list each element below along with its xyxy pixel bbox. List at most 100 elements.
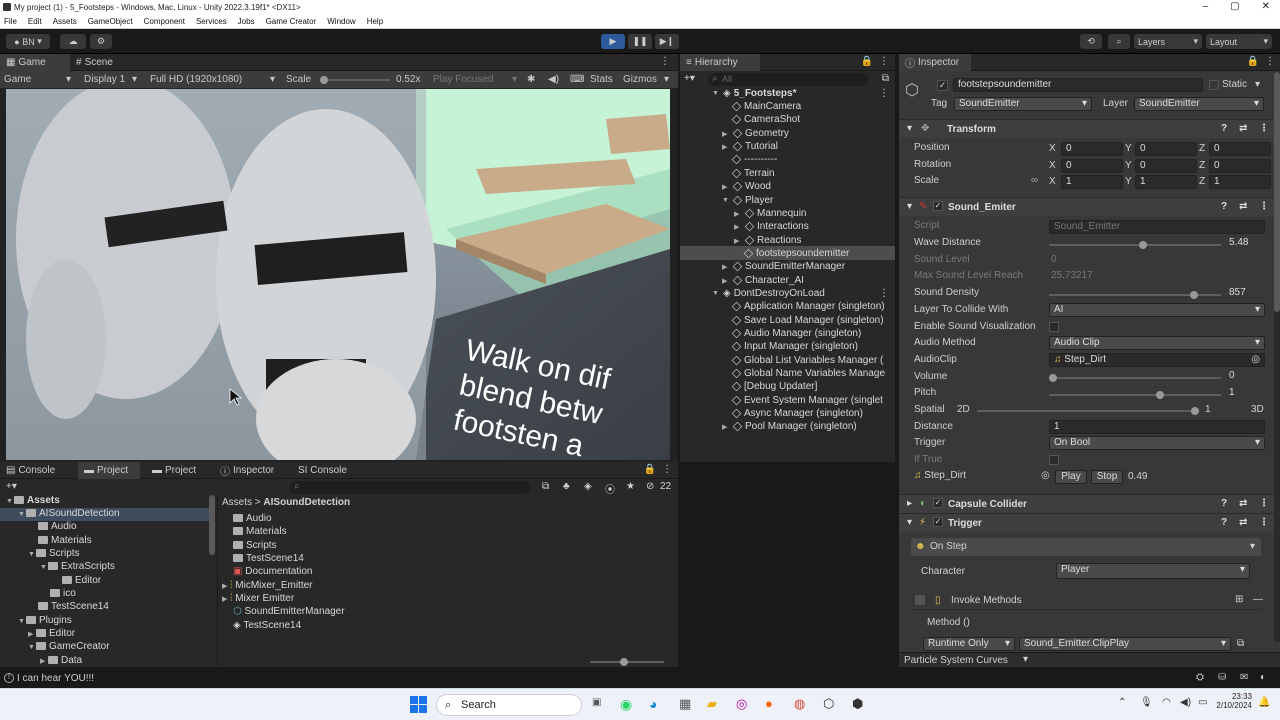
icon-size-slider[interactable] [590, 658, 664, 666]
panel-menu-icon[interactable]: ⋮ [662, 464, 672, 475]
scale-x-field[interactable]: 1 [1061, 175, 1123, 189]
volume-knob[interactable] [1049, 374, 1057, 382]
trigger-dropdown[interactable]: On Bool ▾ [1049, 436, 1265, 450]
hierarchy-item-tutorial[interactable]: ▶ Tutorial [722, 140, 778, 153]
position-z-field[interactable]: 0 [1209, 142, 1271, 156]
help-icon[interactable]: ? [1221, 517, 1227, 528]
static-checkbox[interactable] [1209, 80, 1219, 90]
menu-edit[interactable]: Edit [28, 17, 42, 26]
layer-collide-dropdown[interactable]: AI ▾ [1049, 303, 1265, 317]
help-icon[interactable]: ? [1221, 201, 1227, 212]
sound-density-slider[interactable] [1049, 291, 1221, 299]
mic-icon[interactable]: 🎙 [1140, 697, 1153, 708]
sound-emitter-enabled-checkbox[interactable]: ✓ [933, 201, 943, 211]
inspector-scrollbar[interactable] [1274, 72, 1280, 642]
tree-item-editor[interactable]: Editor [62, 575, 101, 588]
tree-item-testscene14[interactable]: TestScene14 [38, 601, 109, 614]
hierarchy-item-save-load-manager[interactable]: Save Load Manager (singleton) [731, 314, 884, 327]
hierarchy-item-interactions[interactable]: ▶ Interactions [734, 220, 809, 233]
tree-item-scripts[interactable]: ▼ Scripts [28, 548, 80, 561]
step-button[interactable]: ▶❙ [655, 34, 679, 49]
tag-icon[interactable]: ◈ [584, 481, 592, 492]
eye-slash-icon[interactable]: ⊘ [646, 481, 654, 492]
hierarchy-item-input-manager[interactable]: Input Manager (singleton) [731, 340, 858, 353]
panel-menu-icon[interactable]: ⋮ [879, 56, 889, 67]
tab-hierarchy[interactable]: ≡ Hierarchy [680, 54, 760, 71]
hierarchy-item-terrain[interactable]: Terrain [731, 167, 775, 180]
cache-server-icon[interactable]: ⛁ [1218, 672, 1226, 683]
scene-menu-icon[interactable]: ⋮ [879, 88, 889, 99]
notification-bell-icon[interactable]: 🔔 [1258, 697, 1270, 708]
lock-icon[interactable]: 🔒 [1247, 56, 1259, 67]
hierarchy-item-character-ai[interactable]: ▶ Character_AI [722, 274, 804, 287]
file-item-soundemittermanager[interactable]: ⬡ SoundEmitterManager [233, 606, 345, 619]
scale-z-field[interactable]: 1 [1209, 175, 1271, 189]
taskbar-clock[interactable]: 23:33 2/10/2024 [1212, 692, 1252, 710]
capsule-collider-header[interactable]: ▸ ◖ ✓ Capsule Collider ? ⇄ ⋮ [899, 494, 1280, 513]
chevron-down-icon[interactable]: ▾ [1255, 79, 1260, 90]
wave-distance-knob[interactable] [1139, 241, 1148, 249]
hierarchy-item-global-name-vars[interactable]: Global Name Variables Manage [731, 367, 885, 380]
hierarchy-item-player[interactable]: ▼ Player [722, 194, 773, 207]
volume-field[interactable]: 0 [1225, 370, 1273, 384]
menu-window[interactable]: Window [327, 17, 355, 26]
active-checkbox[interactable]: ✓ [937, 80, 948, 91]
collab-gear-icon[interactable]: ⚙ [90, 34, 112, 49]
create-icon[interactable]: +▾ [6, 481, 17, 492]
battery-icon[interactable]: ▭ [1198, 697, 1207, 708]
debug-mode-icon[interactable]: ◐ [1260, 672, 1266, 683]
grid-icon[interactable]: ⊞ [1235, 594, 1243, 605]
wave-distance-slider[interactable] [1049, 241, 1221, 249]
speaker-icon[interactable]: ◀) [548, 74, 559, 85]
panel-menu-icon[interactable]: ⋮ [660, 56, 670, 67]
lock-icon[interactable]: 🔒 [861, 56, 873, 67]
menu-game-creator[interactable]: Game Creator [266, 17, 317, 26]
object-picker-icon[interactable]: ◎ [1041, 470, 1050, 481]
taskbar-search[interactable]: ⌕ Search [436, 694, 582, 716]
scale-slider[interactable] [320, 76, 390, 84]
file-item-materials[interactable]: Materials [233, 526, 287, 539]
mute-audio-icon[interactable]: ✱ [527, 74, 535, 85]
pitch-slider[interactable] [1049, 391, 1221, 399]
minimize-icon[interactable]: – [1203, 1, 1209, 12]
history-icon[interactable]: ⟲ [1080, 34, 1102, 49]
file-item-testscene14-folder[interactable]: TestScene14 [233, 553, 304, 566]
gizmos-button[interactable]: Gizmos [623, 74, 657, 85]
tree-item-assets[interactable]: ▼ Assets [6, 495, 60, 508]
file-item-testscene14[interactable]: ◈ TestScene14 [233, 620, 301, 633]
app-icon[interactable]: ◎ [736, 696, 747, 712]
windows-start-icon[interactable] [410, 696, 427, 713]
status-message[interactable]: I can hear YOU!!! [17, 673, 94, 684]
close-icon[interactable]: ✕ [1262, 1, 1270, 12]
hierarchy-item-async-manager[interactable]: Async Manager (singleton) [731, 407, 863, 420]
hierarchy-item-maincamera[interactable]: MainCamera [731, 100, 801, 113]
menu-file[interactable]: File [4, 17, 17, 26]
inspector-scroll-thumb[interactable] [1274, 72, 1280, 312]
volume-slider[interactable] [1049, 374, 1221, 382]
hierarchy-item-separator[interactable]: ---------- [731, 153, 777, 166]
object-name-field[interactable]: footstepsoundemitter [953, 78, 1203, 92]
sound-emitter-header[interactable]: ▾ ✎ ✓ Sound_Emiter ? ⇄ ⋮ [899, 197, 1280, 216]
tab-si-console[interactable]: SI Console [292, 462, 362, 479]
stats-button[interactable]: Stats [590, 74, 613, 85]
favorite-icon[interactable]: ★ [626, 481, 635, 492]
tree-item-extrascripts[interactable]: ▼ ExtraScripts [40, 561, 115, 574]
menu-services[interactable]: Services [196, 17, 227, 26]
maximize-icon[interactable]: ▢ [1230, 1, 1239, 12]
account-button[interactable]: ● BN ▾ [6, 34, 50, 49]
firefox-icon[interactable]: ● [765, 696, 773, 711]
hierarchy-item-event-system[interactable]: Event System Manager (singlet [731, 394, 883, 407]
task-view-icon[interactable]: ▣ [592, 697, 601, 708]
menu-jobs[interactable]: Jobs [238, 17, 255, 26]
hierarchy-item-audio-manager[interactable]: Audio Manager (singleton) [731, 327, 861, 340]
tree-item-ico[interactable]: ico [50, 588, 76, 601]
file-item-documentation[interactable]: ▣ Documentation [233, 566, 313, 579]
drag-handle-icon[interactable] [915, 595, 925, 605]
filter-icon[interactable]: ⧉ [882, 73, 889, 84]
particle-curves-bar[interactable]: Particle System Curves ▾ [899, 652, 1280, 667]
object-picker-icon[interactable]: ◎ [1251, 354, 1260, 366]
search-by-type-icon[interactable]: ⧉ [542, 481, 549, 492]
position-y-field[interactable]: 0 [1135, 142, 1197, 156]
sound-density-field[interactable]: 857 [1225, 287, 1273, 301]
scene-root-row[interactable]: ▼ ◈ 5_Footsteps* [712, 87, 797, 100]
